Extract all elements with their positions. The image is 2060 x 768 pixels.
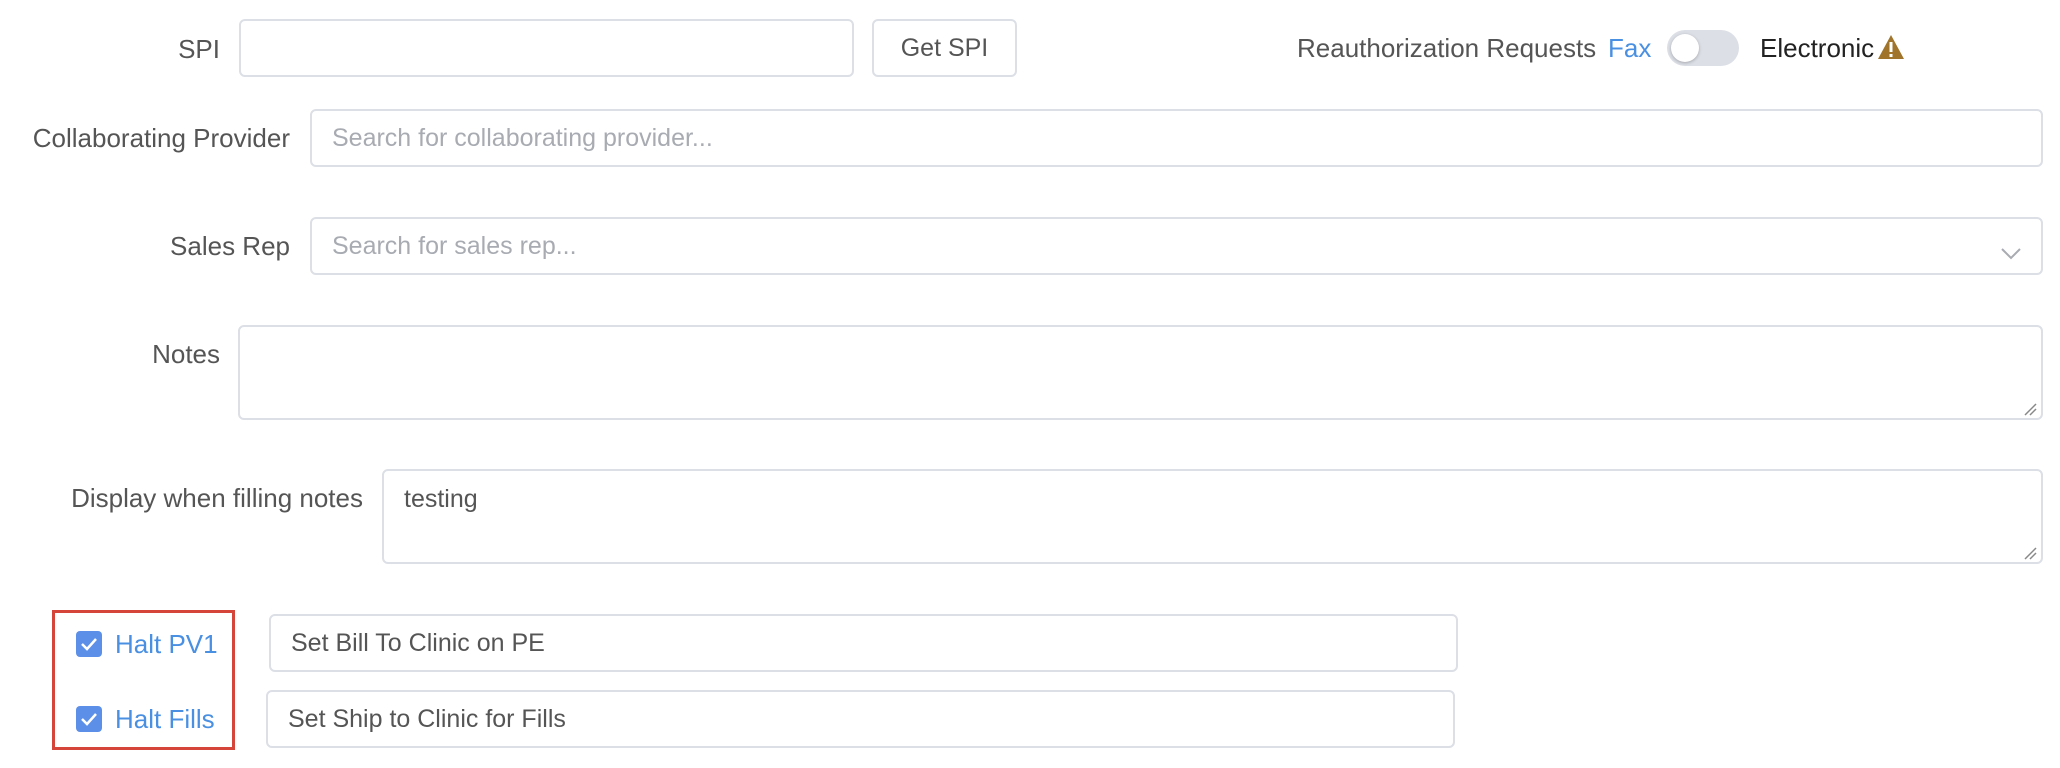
notes-label: Notes [152, 339, 220, 369]
toggle-knob [1671, 34, 1699, 62]
filling-notes-textarea[interactable]: testing [382, 469, 2043, 564]
bill-to-clinic-field[interactable]: Set Bill To Clinic on PE [269, 614, 1458, 672]
sales-rep-placeholder: Search for sales rep... [332, 231, 577, 260]
spi-label: SPI [178, 34, 220, 64]
reauth-fax-option[interactable]: Fax [1608, 31, 1651, 65]
check-icon [81, 638, 97, 651]
reauth-electronic-option[interactable]: Electronic [1760, 31, 1874, 65]
filling-notes-label: Display when filling notes [71, 483, 363, 513]
collaborating-provider-placeholder: Search for collaborating provider... [332, 123, 713, 152]
sales-rep-select[interactable]: Search for sales rep... [310, 217, 2043, 275]
get-spi-button[interactable]: Get SPI [872, 19, 1017, 77]
spi-input[interactable] [239, 19, 854, 77]
halt-pv1-label[interactable]: Halt PV1 [115, 627, 218, 661]
check-icon [81, 713, 97, 726]
collaborating-provider-search[interactable]: Search for collaborating provider... [310, 109, 2043, 167]
halt-pv1-checkbox[interactable] [76, 631, 102, 657]
warning-icon [1877, 34, 1905, 60]
reauthorization-label: Reauthorization Requests [1297, 33, 1597, 63]
halt-fills-label[interactable]: Halt Fills [115, 702, 215, 736]
notes-textarea[interactable] [238, 325, 2043, 420]
halt-fills-checkbox[interactable] [76, 706, 102, 732]
filling-notes-resize-handle[interactable] [2023, 546, 2037, 560]
notes-resize-handle[interactable] [2023, 402, 2037, 416]
ship-to-clinic-field[interactable]: Set Ship to Clinic for Fills [266, 690, 1455, 748]
sales-rep-label: Sales Rep [170, 231, 290, 261]
collaborating-provider-label: Collaborating Provider [32, 123, 290, 153]
chevron-down-icon [2001, 238, 2021, 267]
reauth-toggle[interactable] [1667, 30, 1739, 66]
